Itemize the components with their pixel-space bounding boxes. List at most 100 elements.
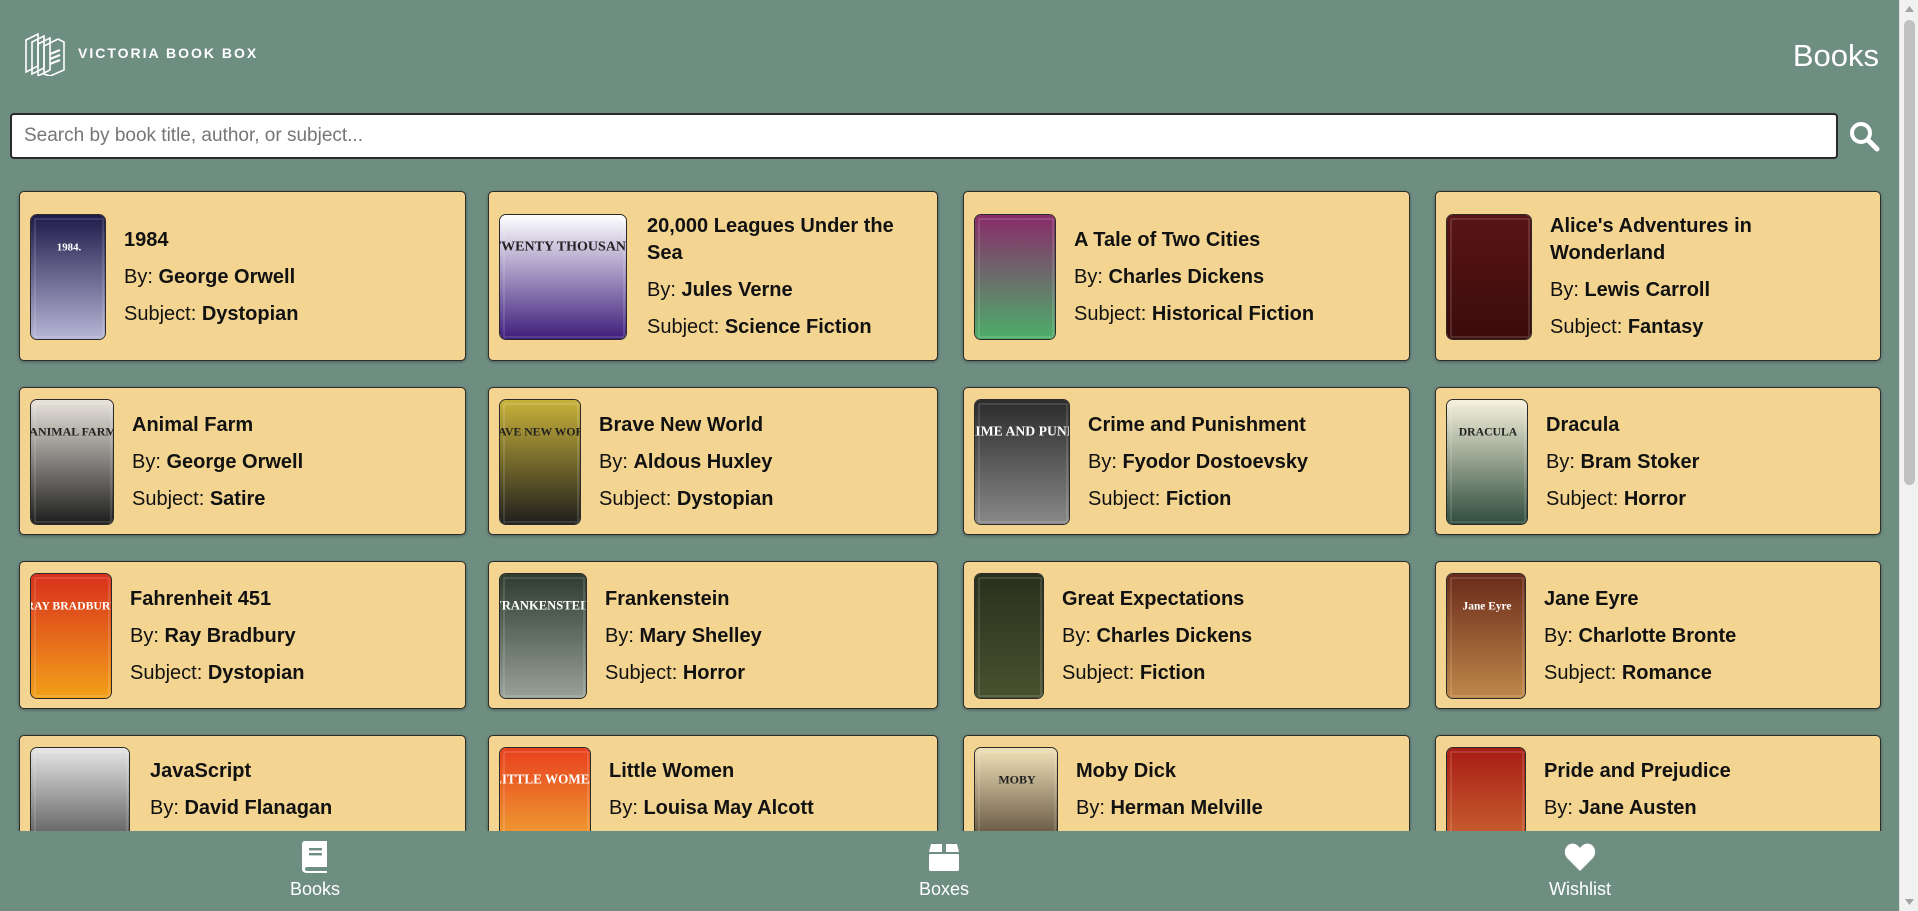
book-cover[interactable]: ANIMAL FARM <box>30 399 114 525</box>
author-label: By: <box>1550 279 1585 301</box>
book-cover[interactable]: TWENTY THOUSAND <box>499 214 627 340</box>
book-title[interactable]: Fahrenheit 451 <box>130 586 457 613</box>
svg-text:TWENTY THOUSAND: TWENTY THOUSAND <box>500 239 627 254</box>
subject-label: Subject: <box>132 487 210 510</box>
scroll-down-arrow-icon[interactable] <box>1904 897 1915 907</box>
book-cover[interactable]: DRACULA <box>1446 399 1528 525</box>
book-author: Charlotte Bronte <box>1578 624 1737 647</box>
nav-boxes[interactable]: Boxes <box>844 831 1044 911</box>
vertical-scrollbar[interactable] <box>1899 0 1918 911</box>
book-cover[interactable]: RAY BRADBURY <box>30 573 112 699</box>
nav-boxes-label: Boxes <box>918 879 970 899</box>
book-cover[interactable] <box>974 573 1044 699</box>
book-info: Animal Farm By: George Orwell Subject: Sat… <box>132 388 457 536</box>
book-card[interactable]: ANIMAL FARM Animal Farm By: George Orwell… <box>19 387 466 535</box>
book-title[interactable]: Alice's Adventures in Wonderland <box>1550 213 1872 267</box>
search-button[interactable] <box>1846 118 1882 154</box>
app-viewport: 1984. 1984 By: George Orwell Subject: Dyst… <box>0 0 1899 911</box>
book-cover[interactable]: 1984. <box>30 214 106 340</box>
author-label: By: <box>124 265 159 288</box>
book-card[interactable]: Alice's Adventures in Wonderland By: Lewi… <box>1435 191 1881 361</box>
book-subject: Romance <box>1621 661 1712 684</box>
book-cover[interactable] <box>974 214 1056 340</box>
book-author-line: By: Charlotte Bronte <box>1544 623 1872 650</box>
book-info: Great Expectations By: Charles Dickens Sub… <box>1062 562 1401 710</box>
book-title[interactable]: 1984 <box>124 227 457 254</box>
book-cover[interactable] <box>1446 214 1532 340</box>
book-title[interactable]: Little Women <box>609 758 929 785</box>
book-card[interactable]: A Tale of Two Cities By: Charles Dickens S… <box>963 191 1410 361</box>
book-card[interactable]: DRACULA Dracula By: Bram Stoker Subject: H… <box>1435 387 1881 535</box>
book-cover-art: ANIMAL FARM <box>31 400 113 524</box>
book-title[interactable]: A Tale of Two Cities <box>1074 227 1401 254</box>
book-author-line: By: Bram Stoker <box>1546 449 1872 476</box>
search-input[interactable] <box>10 113 1838 159</box>
subject-label: Subject: <box>1544 661 1622 684</box>
author-label: By: <box>599 450 634 473</box>
author-label: By: <box>1546 450 1581 473</box>
scrollbar-thumb[interactable] <box>1904 20 1915 485</box>
book-card[interactable]: 1984. 1984 By: George Orwell Subject: Dyst… <box>19 191 466 361</box>
book-subject: Satire <box>209 487 266 510</box>
book-author-line: By: Herman Melville <box>1076 795 1401 822</box>
book-subject-line: Subject: Fantasy <box>1550 314 1872 341</box>
book-author-line: By: Charles Dickens <box>1062 623 1401 650</box>
book-cover-art: Jane Eyre <box>1447 574 1525 698</box>
book-title[interactable]: Great Expectations <box>1062 586 1401 613</box>
book-cover-art: BRAVE NEW WORLD <box>500 400 580 524</box>
book-author: George Orwell <box>158 265 296 288</box>
app-header: VICTORIA BOOK BOX Books <box>0 0 1899 110</box>
book-author-line: By: Lewis Carroll <box>1550 277 1872 304</box>
book-card[interactable]: FRANKENSTEIN Frankenstein By: Mary Shelle… <box>488 561 938 709</box>
subject-label: Subject: <box>1074 302 1152 325</box>
book-cover[interactable]: FRANKENSTEIN <box>499 573 587 699</box>
brand-logo[interactable]: VICTORIA BOOK BOX <box>24 30 258 76</box>
book-cover-art <box>1447 215 1531 339</box>
book-title[interactable]: Pride and Prejudice <box>1544 758 1872 785</box>
book-card[interactable]: CRIME AND PUNISH Crime and Punishment By:… <box>963 387 1410 535</box>
book-subject-line: Subject: Romance <box>1544 660 1872 687</box>
book-cover-art: CRIME AND PUNISH <box>975 400 1069 524</box>
author-label: By: <box>609 797 644 819</box>
book-title[interactable]: 20,000 Leagues Under the Sea <box>647 213 929 267</box>
book-subject-line: Subject: Dystopian <box>124 301 457 328</box>
nav-wishlist-label: Wishlist <box>1549 879 1611 899</box>
book-title[interactable]: Brave New World <box>599 412 929 439</box>
book-card[interactable]: TWENTY THOUSAND 20,000 Leagues Under the… <box>488 191 938 361</box>
box-icon <box>929 844 959 871</box>
book-author: Charles Dickens <box>1096 624 1253 647</box>
book-subject-line: Subject: Dystopian <box>599 486 929 513</box>
book-title[interactable]: Jane Eyre <box>1544 586 1872 613</box>
book-cover[interactable]: BRAVE NEW WORLD <box>499 399 581 525</box>
book-title[interactable]: Moby Dick <box>1076 758 1401 785</box>
book-title[interactable]: Animal Farm <box>132 412 457 439</box>
heart-icon <box>1564 843 1596 871</box>
book-subject-line: Subject: Fiction <box>1088 486 1401 513</box>
book-card[interactable]: BRAVE NEW WORLD Brave New World By: Aldou… <box>488 387 938 535</box>
author-label: By: <box>1544 797 1579 819</box>
book-card[interactable]: Jane Eyre Jane Eyre By: Charlotte Bronte S… <box>1435 561 1881 709</box>
logo-books-icon <box>25 32 65 76</box>
author-label: By: <box>132 450 167 473</box>
nav-wishlist[interactable]: Wishlist <box>1480 831 1680 911</box>
nav-books[interactable]: Books <box>215 831 415 911</box>
book-title[interactable]: Crime and Punishment <box>1088 412 1401 439</box>
book-card[interactable]: Great Expectations By: Charles Dickens Sub… <box>963 561 1410 709</box>
book-cover-art: 1984. <box>31 215 105 339</box>
book-title[interactable]: Frankenstein <box>605 586 929 613</box>
subject-label: Subject: <box>1546 487 1624 510</box>
book-author-line: By: George Orwell <box>124 264 457 291</box>
svg-text:FRANKENSTEIN: FRANKENSTEIN <box>500 598 587 612</box>
book-cover-art <box>975 215 1055 339</box>
book-subject-line: Subject: Historical Fiction <box>1074 301 1401 328</box>
book-author: Herman Melville <box>1110 797 1263 819</box>
book-cover[interactable]: Jane Eyre <box>1446 573 1526 699</box>
book-title[interactable]: Dracula <box>1546 412 1872 439</box>
scroll-up-arrow-icon[interactable] <box>1904 4 1915 14</box>
book-author-line: By: Jane Austen <box>1544 795 1872 822</box>
book-cover[interactable]: CRIME AND PUNISH <box>974 399 1070 525</box>
book-card[interactable]: RAY BRADBURY Fahrenheit 451 By: Ray Bradb… <box>19 561 466 709</box>
book-author: Bram Stoker <box>1580 450 1700 473</box>
book-subject: Historical Fiction <box>1151 302 1315 325</box>
book-title[interactable]: JavaScript <box>150 758 457 785</box>
